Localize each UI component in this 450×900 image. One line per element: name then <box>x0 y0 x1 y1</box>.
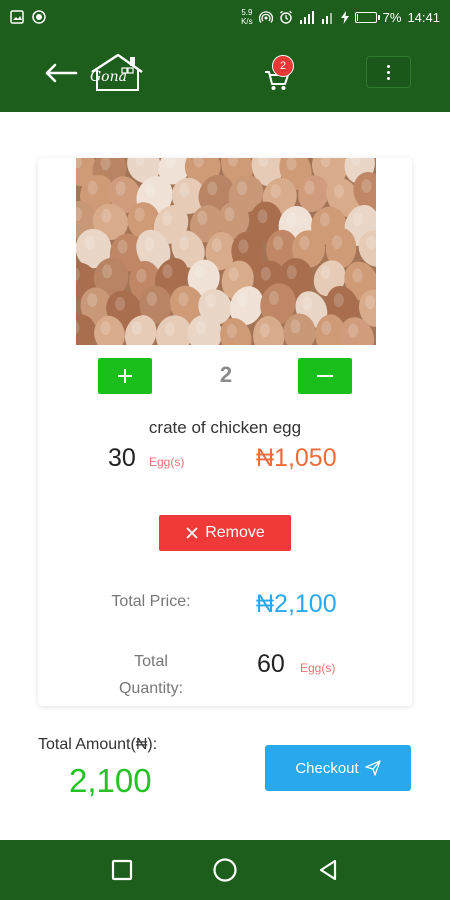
signal-2-icon <box>321 11 335 24</box>
eggs-photo-icon <box>76 158 376 345</box>
total-quantity-label: Total Quantity: <box>98 648 204 702</box>
logo-text: Gona <box>90 69 127 85</box>
back-nav-button[interactable] <box>308 850 348 890</box>
triangle-back-icon <box>320 859 337 881</box>
battery-icon <box>354 11 380 23</box>
unit-count: 30 <box>108 444 136 472</box>
product-image <box>76 158 376 345</box>
clock: 14:41 <box>407 9 440 25</box>
unit-label: Egg(s) <box>149 455 185 469</box>
battery-percentage: 7% <box>382 9 402 25</box>
signal-icon <box>299 10 315 24</box>
product-name: crate of chicken egg <box>148 418 302 437</box>
send-icon <box>365 760 381 776</box>
home-button[interactable] <box>205 850 245 890</box>
network-speed-unit: K/s <box>241 17 253 26</box>
recents-button[interactable] <box>102 850 142 890</box>
circle-icon <box>213 858 237 882</box>
unit-price: ₦1,050 <box>256 444 337 472</box>
cart-count-badge: 2 <box>272 55 294 77</box>
network-speed: 5.9 K/s <box>241 8 253 26</box>
total-price-label: Total Price: <box>111 593 191 610</box>
back-button[interactable] <box>42 54 80 92</box>
app-bar: Gona 2 <box>0 34 450 112</box>
remove-label: Remove <box>205 524 265 541</box>
total-quantity-label-line2: Quantity: <box>118 680 184 697</box>
remove-button[interactable]: Remove <box>159 515 291 551</box>
total-amount-label: Total Amount(₦): <box>38 736 158 753</box>
back-arrow-icon <box>45 63 78 83</box>
gallery-notification-icon <box>10 10 24 24</box>
alarm-icon <box>279 10 293 24</box>
minus-icon <box>317 375 333 377</box>
more-vert-icon <box>387 64 390 80</box>
charging-icon <box>340 10 349 24</box>
total-price-value: ₦2,100 <box>256 590 337 618</box>
total-quantity-value: 60 <box>257 650 285 678</box>
record-notification-icon <box>32 10 46 24</box>
cart-item-card: 2 crate of chicken egg 30 Egg(s) ₦1,050 … <box>38 158 412 706</box>
total-quantity-label-line1: Total <box>134 653 168 670</box>
checkout-label: Checkout <box>295 759 359 777</box>
increase-quantity-button[interactable] <box>98 358 152 394</box>
square-icon <box>111 859 132 881</box>
status-bar: 5.9 K/s 7% 14:41 <box>0 0 450 34</box>
quantity-value: 2 <box>219 362 233 387</box>
battery-fill <box>356 13 358 21</box>
total-amount-value: 2,100 <box>69 762 152 799</box>
cart-content: 2 crate of chicken egg 30 Egg(s) ₦1,050 … <box>0 112 450 840</box>
close-icon <box>186 527 198 539</box>
total-quantity-unit: Egg(s) <box>300 661 336 675</box>
network-speed-value: 5.9 <box>241 8 253 17</box>
checkout-button[interactable]: Checkout <box>265 745 411 791</box>
decrease-quantity-button[interactable] <box>298 358 352 394</box>
app-logo[interactable]: Gona <box>86 52 146 94</box>
plus-icon <box>118 369 132 383</box>
more-options-button[interactable] <box>366 56 411 88</box>
hotspot-icon <box>258 10 273 24</box>
system-nav-bar <box>0 840 450 900</box>
